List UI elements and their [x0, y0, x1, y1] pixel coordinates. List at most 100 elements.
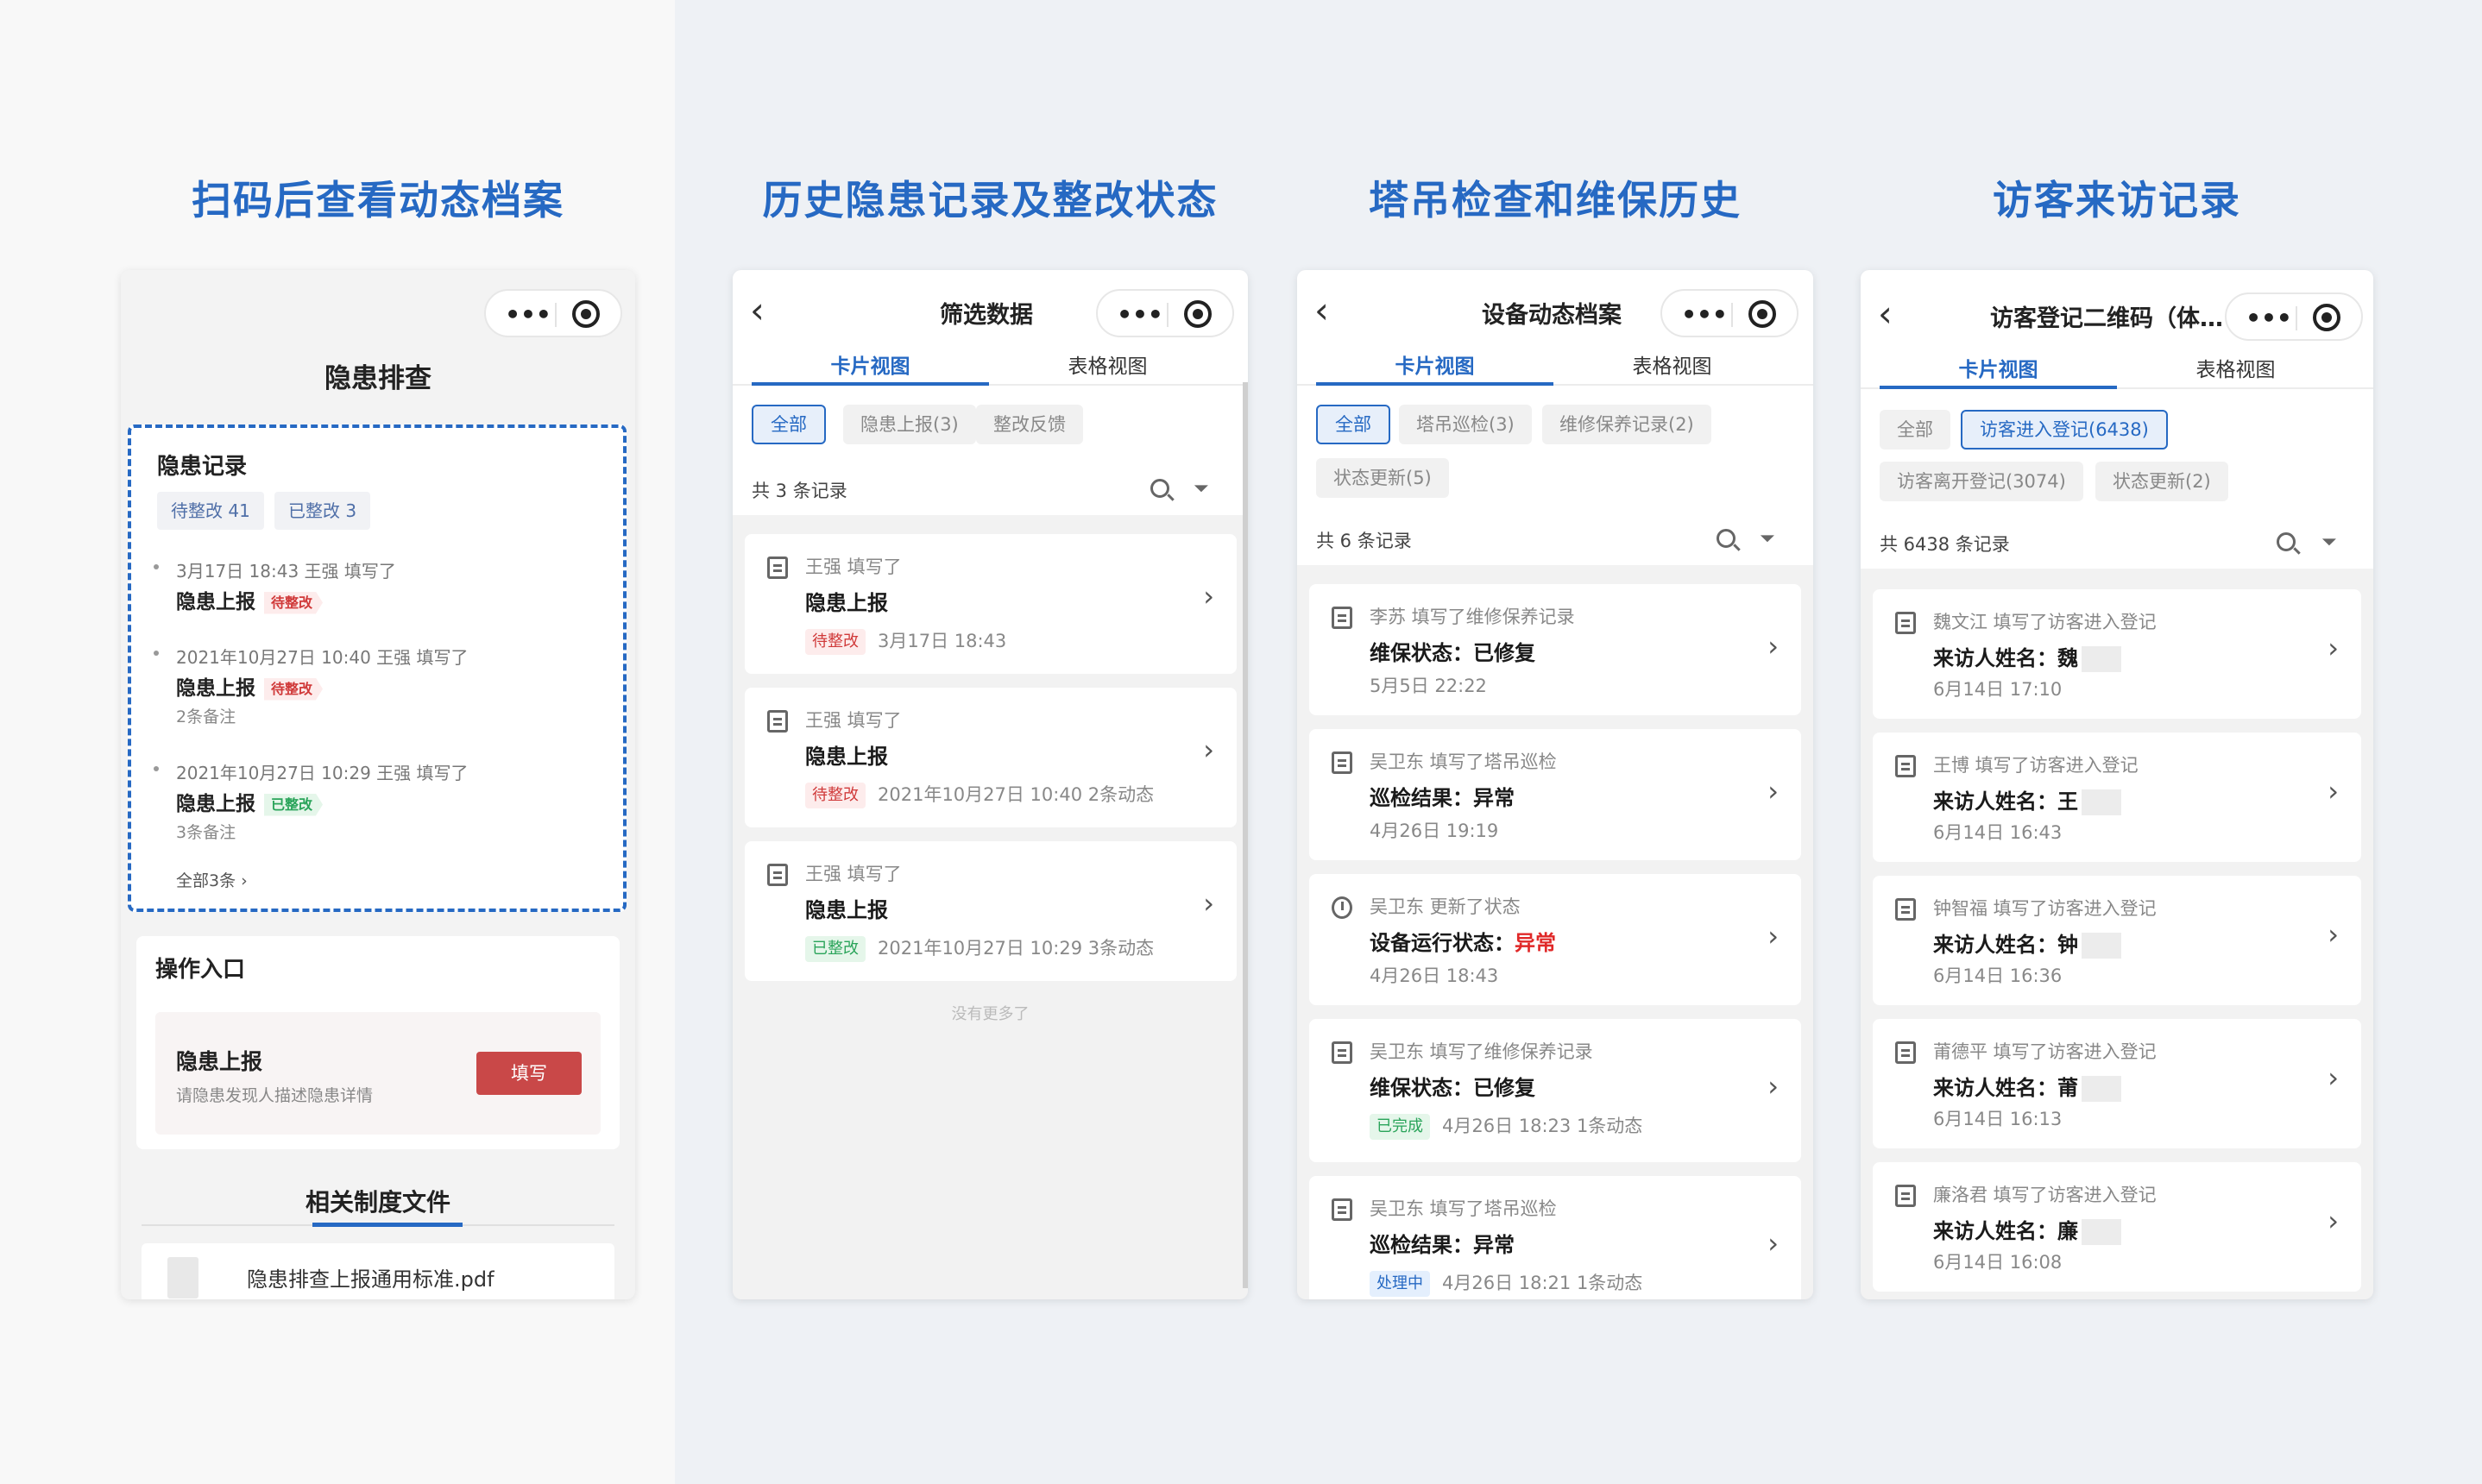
card-date: 6月14日 16:36 [1933, 965, 2063, 986]
stat-pending[interactable]: 待整改 41 [157, 492, 264, 530]
card-title: 来访人姓名：王 [1933, 784, 2121, 815]
capsule-divider [2296, 306, 2297, 330]
masked-name [2082, 789, 2121, 815]
card-date: 3月17日 18:43 [878, 631, 1007, 651]
edit-note-icon [1332, 1198, 1352, 1221]
more-dots-icon[interactable]: ••• [1679, 302, 1729, 328]
card-date: 6月14日 16:08 [1933, 1252, 2063, 1273]
mini-program-capsule: ••• [484, 289, 622, 337]
chip-visitor-entry[interactable]: 访客进入登记(6438) [1961, 410, 2168, 450]
tab-card-view[interactable]: 卡片视图 [1316, 349, 1553, 379]
edit-note-icon [1332, 1041, 1352, 1064]
more-dots-icon[interactable]: ••• [2244, 305, 2294, 331]
record-card[interactable]: 吴卫东 更新了状态 设备运行状态：异常 4月26日 18:43 › [1309, 874, 1801, 1005]
visitor-card[interactable]: 王博 填写了访客进入登记 来访人姓名：王 6月14日 16:43 › [1873, 733, 2361, 862]
timeline-title: 隐患上报 [176, 591, 255, 613]
chevron-left-icon[interactable]: ‹ [1314, 291, 1344, 334]
chevron-right-icon: › [1767, 1070, 1779, 1103]
view-all-link[interactable]: 全部3条 › [176, 868, 248, 891]
chip-rectify-feedback[interactable]: 整改反馈 [976, 405, 1083, 444]
chip-crane-inspection[interactable]: 塔吊巡检(3) [1399, 405, 1532, 444]
chip-status-update[interactable]: 状态更新(5) [1316, 458, 1449, 498]
edit-note-icon [767, 710, 788, 733]
record-circle-icon[interactable] [1748, 300, 1776, 328]
record-card[interactable]: 王强 填写了 隐患上报 待整改 2021年10月27日 10:40 2条动态 › [745, 688, 1237, 827]
filter-icon[interactable]: ⏷ [1194, 479, 1214, 500]
operation-entry-card: 操作入口 隐患上报 请隐患发现人描述隐患详情 填写 [136, 936, 620, 1149]
top-bar: ‹ 访客登记二维码（体… ••• 卡片视图 表格视图 [1861, 270, 2373, 389]
timeline-note: 2条备注 [176, 707, 236, 726]
scrollbar[interactable] [1243, 382, 1248, 1288]
timeline-item[interactable]: 隐患上报 待整改 [176, 671, 324, 701]
document-item[interactable]: 隐患排查上报通用标准.pdf [142, 1243, 614, 1299]
docs-header[interactable]: 相关制度文件 [121, 1184, 635, 1218]
card-title: 巡检结果：异常 [1370, 1233, 1515, 1257]
edit-note-icon [1895, 755, 1916, 777]
timeline-item[interactable]: 隐患上报 待整改 [176, 585, 324, 614]
chevron-left-icon[interactable]: ‹ [1878, 294, 1907, 337]
nav-title: 设备动态档案 [1482, 302, 1622, 329]
chip-hazard-report[interactable]: 隐患上报(3) [843, 405, 976, 444]
record-circle-icon[interactable] [572, 300, 600, 328]
visitor-name: 来访人姓名：廉 [1933, 1219, 2078, 1243]
card-author: 吴卫东 填写了塔吊巡检 [1370, 751, 1557, 772]
card-date: 4月26日 18:23 1条动态 [1442, 1116, 1643, 1136]
filter-icon[interactable]: ⏷ [2321, 532, 2342, 553]
record-card[interactable]: 吴卫东 填写了塔吊巡检 巡检结果：异常 处理中 4月26日 18:21 1条动态 … [1309, 1176, 1801, 1299]
record-card[interactable]: 王强 填写了 隐患上报 已整改 2021年10月27日 10:29 3条动态 › [745, 841, 1237, 981]
edit-note-icon [1895, 898, 1916, 921]
visitor-card[interactable]: 魏文江 填写了访客进入登记 来访人姓名：魏 6月14日 17:10 › [1873, 589, 2361, 719]
card-title: 维保状态：已修复 [1370, 1076, 1535, 1100]
search-icon[interactable] [1150, 479, 1169, 498]
abnormal-status: 异常 [1515, 931, 1556, 955]
timeline-title: 隐患上报 [176, 677, 255, 700]
record-card[interactable]: 李苏 填写了维修保养记录 维保状态：已修复 5月5日 22:22 › [1309, 584, 1801, 715]
chip-all[interactable]: 全部 [1880, 410, 1950, 450]
timeline-meta: 2021年10月27日 10:40 王强 填写了 [176, 647, 469, 668]
chevron-left-icon[interactable]: ‹ [750, 291, 779, 334]
more-dots-icon[interactable]: ••• [1115, 302, 1165, 328]
chip-all[interactable]: 全部 [1316, 405, 1390, 444]
operation-header: 操作入口 [155, 957, 246, 983]
visitor-card[interactable]: 莆德平 填写了访客进入登记 来访人姓名：莆 6月14日 16:13 › [1873, 1019, 2361, 1148]
chevron-right-icon: › [1203, 580, 1214, 613]
no-more-text: 没有更多了 [951, 1005, 1030, 1023]
view-tabs: 卡片视图 表格视图 [1861, 341, 2373, 389]
timeline-item[interactable]: 隐患上报 已整改 [176, 787, 324, 816]
capsule-divider [555, 303, 557, 327]
record-count: 共 6 条记录 [1316, 531, 1412, 551]
search-icon[interactable] [1717, 529, 1736, 548]
visitor-card[interactable]: 廉洛君 填写了访客进入登记 来访人姓名：廉 6月14日 16:08 › [1873, 1162, 2361, 1292]
operation-name: 隐患上报 [176, 1049, 263, 1074]
status-update-icon [1332, 896, 1352, 919]
count-bar: 共 3 条记录 ⏷ [733, 463, 1248, 515]
timeline-dot [154, 564, 159, 569]
mini-program-capsule: ••• [1096, 289, 1234, 337]
record-circle-icon[interactable] [2313, 304, 2340, 331]
stat-done[interactable]: 已整改 3 [274, 492, 371, 530]
filter-icon[interactable]: ⏷ [1760, 529, 1780, 550]
tab-card-view[interactable]: 卡片视图 [752, 349, 989, 379]
search-icon[interactable] [2277, 532, 2296, 551]
chip-maintenance[interactable]: 维修保养记录(2) [1542, 405, 1711, 444]
card-author: 王强 填写了 [805, 864, 902, 884]
chip-status-update[interactable]: 状态更新(2) [2095, 462, 2228, 501]
visitor-name: 来访人姓名：王 [1933, 789, 2078, 814]
chevron-right-icon: › [1203, 733, 1214, 766]
more-dots-icon[interactable]: ••• [503, 302, 553, 328]
chip-all[interactable]: 全部 [752, 405, 826, 444]
visitor-card[interactable]: 钟智福 填写了访客进入登记 来访人姓名：钟 6月14日 16:36 › [1873, 876, 2361, 1005]
tab-table-view[interactable]: 表格视图 [989, 349, 1226, 379]
fill-button[interactable]: 填写 [476, 1052, 582, 1095]
record-card[interactable]: 吴卫东 填写了塔吊巡检 巡检结果：异常 4月26日 19:19 › [1309, 729, 1801, 860]
chevron-right-icon: › [2328, 632, 2339, 664]
mini-program-capsule: ••• [2225, 292, 2363, 341]
record-card[interactable]: 王强 填写了 隐患上报 待整改 3月17日 18:43 › [745, 534, 1237, 674]
tab-card-view[interactable]: 卡片视图 [1880, 353, 2117, 382]
masked-name [2082, 646, 2121, 672]
tab-table-view[interactable]: 表格视图 [2117, 353, 2354, 382]
tab-table-view[interactable]: 表格视图 [1553, 349, 1791, 379]
record-circle-icon[interactable] [1184, 300, 1212, 328]
chip-visitor-exit[interactable]: 访客离开登记(3074) [1880, 462, 2083, 501]
record-card[interactable]: 吴卫东 填写了维修保养记录 维保状态：已修复 已完成 4月26日 18:23 1条… [1309, 1019, 1801, 1162]
